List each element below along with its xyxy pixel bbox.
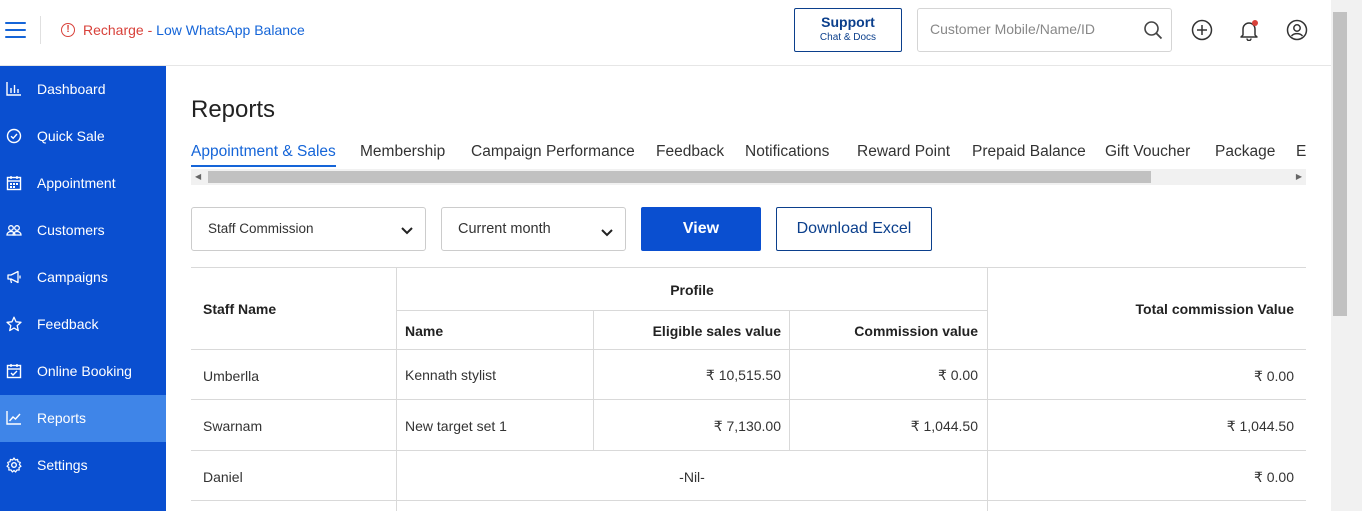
header-commission-value: Commission value — [854, 323, 978, 339]
main-content: Reports Appointment & Sales Membership C… — [166, 66, 1331, 511]
scroll-right-arrow-icon[interactable]: ▶ — [1296, 172, 1302, 181]
header-staff-name: Staff Name — [203, 301, 277, 317]
report-type-value: Staff Commission — [208, 221, 314, 236]
download-excel-button[interactable]: Download Excel — [776, 207, 932, 251]
tab-package[interactable]: Package — [1215, 143, 1275, 165]
chevron-down-icon — [400, 223, 414, 239]
calendar-icon — [6, 175, 22, 191]
cell-total: ₹ 1,044.50 — [1226, 418, 1294, 434]
header-profile: Profile — [670, 282, 714, 298]
chevron-down-icon — [600, 225, 614, 241]
cell-commission: ₹ 0.00 — [937, 367, 978, 383]
tab-gift-voucher[interactable]: Gift Voucher — [1105, 143, 1190, 165]
tab-appointment-sales[interactable]: Appointment & Sales — [191, 143, 336, 167]
view-button[interactable]: View — [641, 207, 761, 251]
hamburger-menu-icon[interactable] — [5, 22, 26, 40]
search-icon[interactable] — [1143, 20, 1163, 45]
cell-staff: Swarnam — [203, 418, 263, 434]
divider — [40, 16, 41, 44]
cell-name: New target set 1 — [405, 418, 507, 434]
trend-line-icon — [6, 410, 22, 426]
header-name: Name — [405, 323, 444, 339]
sidebar-item-dashboard[interactable]: Dashboard — [0, 66, 166, 113]
sidebar-item-settings[interactable]: Settings — [0, 442, 166, 489]
cell-eligible: ₹ 7,130.00 — [713, 418, 781, 434]
recharge-alert[interactable]: ! Recharge - Low WhatsApp Balance — [61, 22, 305, 38]
page-title: Reports — [191, 96, 276, 123]
gear-icon — [6, 457, 22, 473]
customer-search — [917, 8, 1172, 52]
tab-reward-point[interactable]: Reward Point — [857, 143, 950, 165]
sidebar-item-customers[interactable]: Customers — [0, 207, 166, 254]
info-alert-icon: ! — [61, 23, 75, 37]
sidebar-item-label: Reports — [37, 410, 87, 426]
add-icon[interactable] — [1191, 19, 1213, 41]
cell-total: ₹ 0.00 — [1253, 469, 1294, 485]
cell-commission: ₹ 1,044.50 — [910, 418, 978, 434]
scroll-left-arrow-icon[interactable]: ◀ — [195, 172, 201, 181]
bar-chart-icon — [6, 81, 22, 97]
sidebar-item-online-booking[interactable]: Online Booking — [0, 348, 166, 395]
sidebar-item-label: Quick Sale — [37, 128, 105, 144]
scrollbar-thumb[interactable] — [208, 171, 1151, 183]
cell-name: Kennath stylist — [405, 367, 497, 383]
sidebar-item-label: Settings — [37, 457, 88, 473]
sidebar-item-label: Online Booking — [37, 363, 132, 379]
sidebar-item-label: Dashboard — [37, 81, 106, 97]
sidebar-item-label: Feedback — [37, 316, 99, 332]
sidebar-item-label: Appointment — [37, 175, 116, 191]
sidebar-item-reports[interactable]: Reports — [0, 395, 166, 442]
report-tabs: Appointment & Sales Membership Campaign … — [191, 143, 1306, 171]
users-icon — [6, 222, 22, 238]
check-circle-icon — [6, 128, 22, 144]
tab-prepaid-balance[interactable]: Prepaid Balance — [972, 143, 1086, 165]
scrollbar-thumb[interactable] — [1333, 12, 1347, 316]
tab-campaign-performance[interactable]: Campaign Performance — [471, 143, 635, 165]
cell-eligible: ₹ 10,515.50 — [705, 367, 781, 383]
header-eligible-sales: Eligible sales value — [652, 323, 781, 339]
tab-membership[interactable]: Membership — [360, 143, 445, 165]
megaphone-icon — [6, 269, 22, 285]
tabs-scrollbar[interactable]: ◀ ▶ — [191, 169, 1306, 185]
period-select[interactable]: Current month — [441, 207, 626, 251]
period-value: Current month — [458, 221, 551, 237]
sidebar-item-label: Campaigns — [37, 269, 108, 285]
star-icon — [6, 316, 22, 332]
cell-total: ₹ 0.00 — [1253, 368, 1294, 384]
sidebar-item-feedback[interactable]: Feedback — [0, 301, 166, 348]
support-title: Support — [821, 14, 875, 30]
cell-nil: -Nil- — [679, 469, 705, 485]
support-subtitle: Chat & Docs — [819, 32, 877, 43]
tab-export[interactable]: Ex — [1296, 143, 1306, 165]
cell-staff: Daniel — [203, 469, 243, 485]
recharge-link[interactable]: Recharge - — [83, 22, 156, 38]
sidebar-item-campaigns[interactable]: Campaigns — [0, 254, 166, 301]
notification-bell-icon[interactable] — [1238, 19, 1260, 42]
low-balance-text: Low WhatsApp Balance — [156, 22, 305, 38]
report-type-select[interactable]: Staff Commission — [191, 207, 426, 251]
user-profile-icon[interactable] — [1286, 19, 1308, 41]
calendar-check-icon — [6, 363, 22, 379]
page-scrollbar[interactable] — [1331, 0, 1362, 511]
sidebar-item-quick-sale[interactable]: Quick Sale — [0, 113, 166, 160]
sidebar-item-label: Customers — [37, 222, 105, 238]
support-button[interactable]: Support Chat & Docs — [794, 8, 902, 52]
tab-feedback[interactable]: Feedback — [656, 143, 724, 165]
cell-staff: Umberlla — [203, 368, 260, 384]
header-total-commission: Total commission Value — [1135, 301, 1294, 317]
top-bar: ! Recharge - Low WhatsApp Balance Suppor… — [0, 0, 1331, 66]
sidebar: Dashboard Quick Sale Appointment Custome… — [0, 66, 166, 511]
search-input[interactable] — [930, 21, 1130, 37]
sidebar-item-appointment[interactable]: Appointment — [0, 160, 166, 207]
tab-notifications[interactable]: Notifications — [745, 143, 829, 165]
